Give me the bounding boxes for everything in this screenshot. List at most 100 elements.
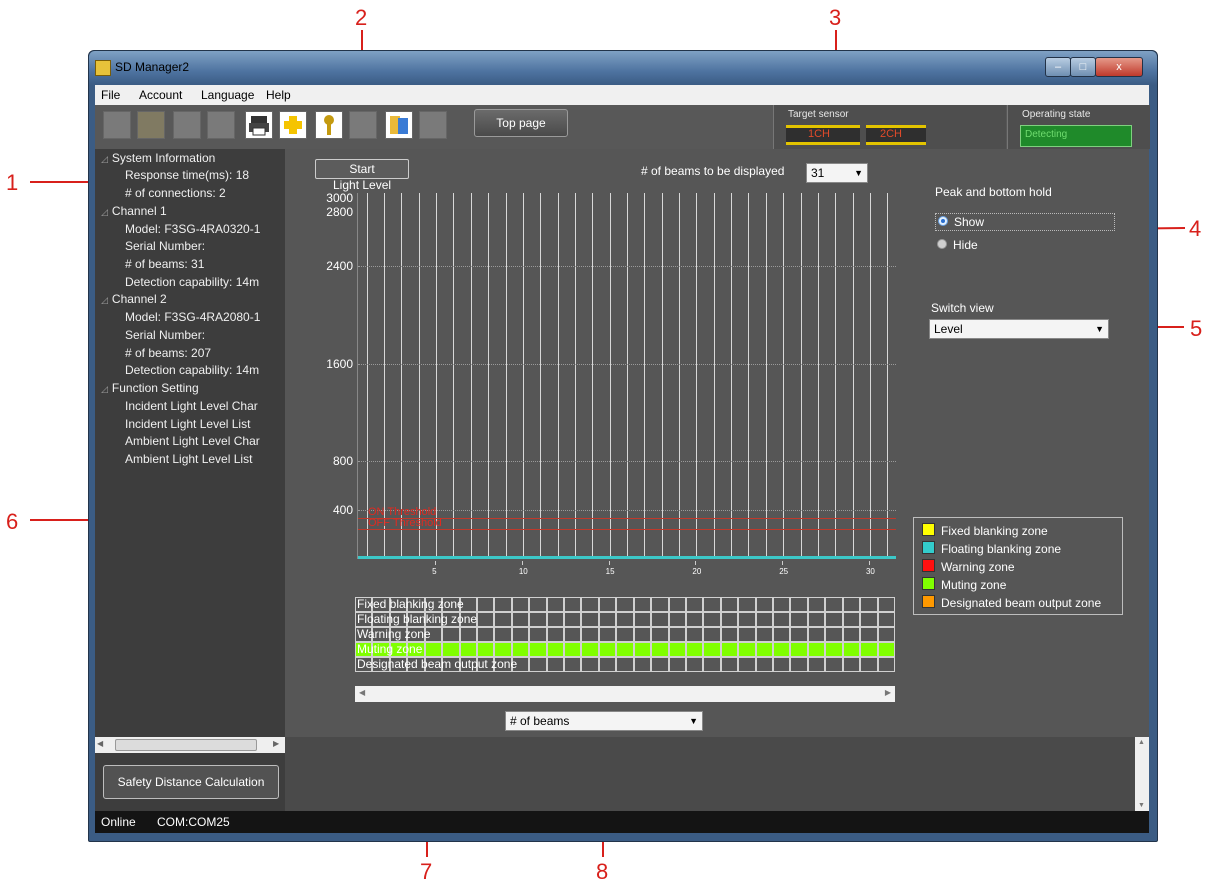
zone-cell[interactable] xyxy=(825,612,843,627)
zone-cell[interactable] xyxy=(581,612,599,627)
scroll-up-arrow[interactable]: ▲ xyxy=(1138,739,1145,746)
zone-cell[interactable] xyxy=(703,612,721,627)
zone-cell[interactable] xyxy=(877,642,895,657)
show-radio[interactable]: Show xyxy=(935,213,1115,231)
zone-cell[interactable] xyxy=(860,627,878,642)
zone-cell[interactable] xyxy=(424,642,443,657)
scroll-left-arrow[interactable]: ◀ xyxy=(359,688,365,697)
zone-cell[interactable] xyxy=(807,642,826,657)
zone-cell[interactable] xyxy=(703,627,721,642)
tree-incident-level-chart[interactable]: Incident Light Level Char xyxy=(125,399,258,413)
zone-cell[interactable] xyxy=(442,627,460,642)
tree-system-information[interactable]: ◿ System Information xyxy=(101,151,215,165)
zone-cell[interactable] xyxy=(564,642,582,657)
zone-cell[interactable] xyxy=(598,657,617,672)
zone-cell[interactable] xyxy=(790,612,808,627)
zone-cell[interactable] xyxy=(773,642,791,657)
zone-cell[interactable] xyxy=(651,642,669,657)
zone-cell[interactable] xyxy=(877,627,895,642)
zone-cell[interactable] xyxy=(825,597,843,612)
zone-cell[interactable] xyxy=(633,642,652,657)
start-button[interactable]: Start xyxy=(315,159,409,179)
key-icon[interactable] xyxy=(315,111,343,139)
zone-cell[interactable] xyxy=(668,657,686,672)
zone-cell[interactable] xyxy=(668,597,686,612)
zone-cell[interactable] xyxy=(494,642,512,657)
scroll-left-arrow[interactable]: ◀ xyxy=(97,739,103,748)
open-file-icon[interactable] xyxy=(137,111,165,139)
zone-cell[interactable] xyxy=(616,612,634,627)
zone-cell[interactable] xyxy=(564,627,582,642)
zone-cell[interactable] xyxy=(598,612,617,627)
export-icon[interactable] xyxy=(419,111,447,139)
tree-function-setting[interactable]: ◿ Function Setting xyxy=(101,381,199,395)
zone-cell[interactable] xyxy=(755,627,774,642)
zone-cell[interactable] xyxy=(459,627,477,642)
zone-cell[interactable] xyxy=(529,642,547,657)
maximize-button[interactable]: □ xyxy=(1070,57,1096,77)
collapse-icon[interactable]: ◿ xyxy=(101,207,108,217)
connect-icon[interactable] xyxy=(279,111,307,139)
zone-cell[interactable] xyxy=(511,612,530,627)
zone-cell[interactable] xyxy=(529,612,547,627)
zone-cell[interactable] xyxy=(633,657,652,672)
zone-cell[interactable] xyxy=(720,612,739,627)
zone-cell[interactable] xyxy=(651,612,669,627)
zone-cell[interactable] xyxy=(494,597,512,612)
zone-cell[interactable] xyxy=(825,642,843,657)
zone-cell[interactable] xyxy=(860,612,878,627)
zone-cell[interactable] xyxy=(842,657,861,672)
close-button[interactable]: x xyxy=(1095,57,1143,77)
zone-cell[interactable] xyxy=(685,657,704,672)
zone-cell[interactable] xyxy=(877,597,895,612)
zone-cell[interactable] xyxy=(738,642,756,657)
zone-cell[interactable] xyxy=(564,597,582,612)
tree-horizontal-scrollbar[interactable]: ◀ ▶ xyxy=(95,737,285,753)
zone-cell[interactable] xyxy=(807,627,826,642)
zone-cell[interactable] xyxy=(476,612,495,627)
zone-cell[interactable] xyxy=(633,612,652,627)
zone-cell[interactable] xyxy=(807,612,826,627)
menu-language[interactable]: Language xyxy=(201,88,254,102)
zone-cell[interactable] xyxy=(581,642,599,657)
channel-2-indicator[interactable]: 2CH xyxy=(866,125,926,145)
zone-cell[interactable] xyxy=(494,627,512,642)
collapse-icon[interactable]: ◿ xyxy=(101,384,108,394)
switch-view-dropdown[interactable]: Level ▼ xyxy=(929,319,1109,339)
zone-cell[interactable] xyxy=(581,657,599,672)
zone-cell[interactable] xyxy=(842,642,861,657)
tree-channel-2[interactable]: ◿ Channel 2 xyxy=(101,292,167,306)
zone-cell[interactable] xyxy=(860,642,878,657)
minimize-button[interactable]: – xyxy=(1045,57,1071,77)
zone-cell[interactable] xyxy=(494,612,512,627)
zone-cell[interactable] xyxy=(598,627,617,642)
zone-cell[interactable] xyxy=(476,597,495,612)
zone-cell[interactable] xyxy=(581,627,599,642)
save-icon[interactable] xyxy=(173,111,201,139)
zone-cell[interactable] xyxy=(790,642,808,657)
scroll-right-arrow[interactable]: ▶ xyxy=(273,739,279,748)
zone-cell[interactable] xyxy=(773,612,791,627)
safety-distance-button[interactable]: Safety Distance Calculation xyxy=(103,765,279,799)
zone-cell[interactable] xyxy=(616,597,634,612)
menu-file[interactable]: File xyxy=(101,88,120,102)
collapse-icon[interactable]: ◿ xyxy=(101,295,108,305)
beams-displayed-dropdown[interactable]: 31 ▼ xyxy=(806,163,868,183)
zone-cell[interactable] xyxy=(564,657,582,672)
zone-cell[interactable] xyxy=(529,657,547,672)
zone-cell[interactable] xyxy=(877,612,895,627)
top-page-button[interactable]: Top page xyxy=(474,109,568,137)
zone-cell[interactable] xyxy=(546,597,565,612)
zone-cell[interactable] xyxy=(476,627,495,642)
zone-cell[interactable] xyxy=(877,657,895,672)
chart-horizontal-scrollbar[interactable]: ◀ ▶ xyxy=(355,686,895,702)
zone-cell[interactable] xyxy=(825,657,843,672)
zone-cell[interactable] xyxy=(842,627,861,642)
zone-cell[interactable] xyxy=(755,597,774,612)
zone-cell[interactable] xyxy=(546,627,565,642)
zone-cell[interactable] xyxy=(529,597,547,612)
zone-cell[interactable] xyxy=(511,597,530,612)
zone-cell[interactable] xyxy=(633,597,652,612)
zone-cell[interactable] xyxy=(581,597,599,612)
zone-cell[interactable] xyxy=(720,627,739,642)
